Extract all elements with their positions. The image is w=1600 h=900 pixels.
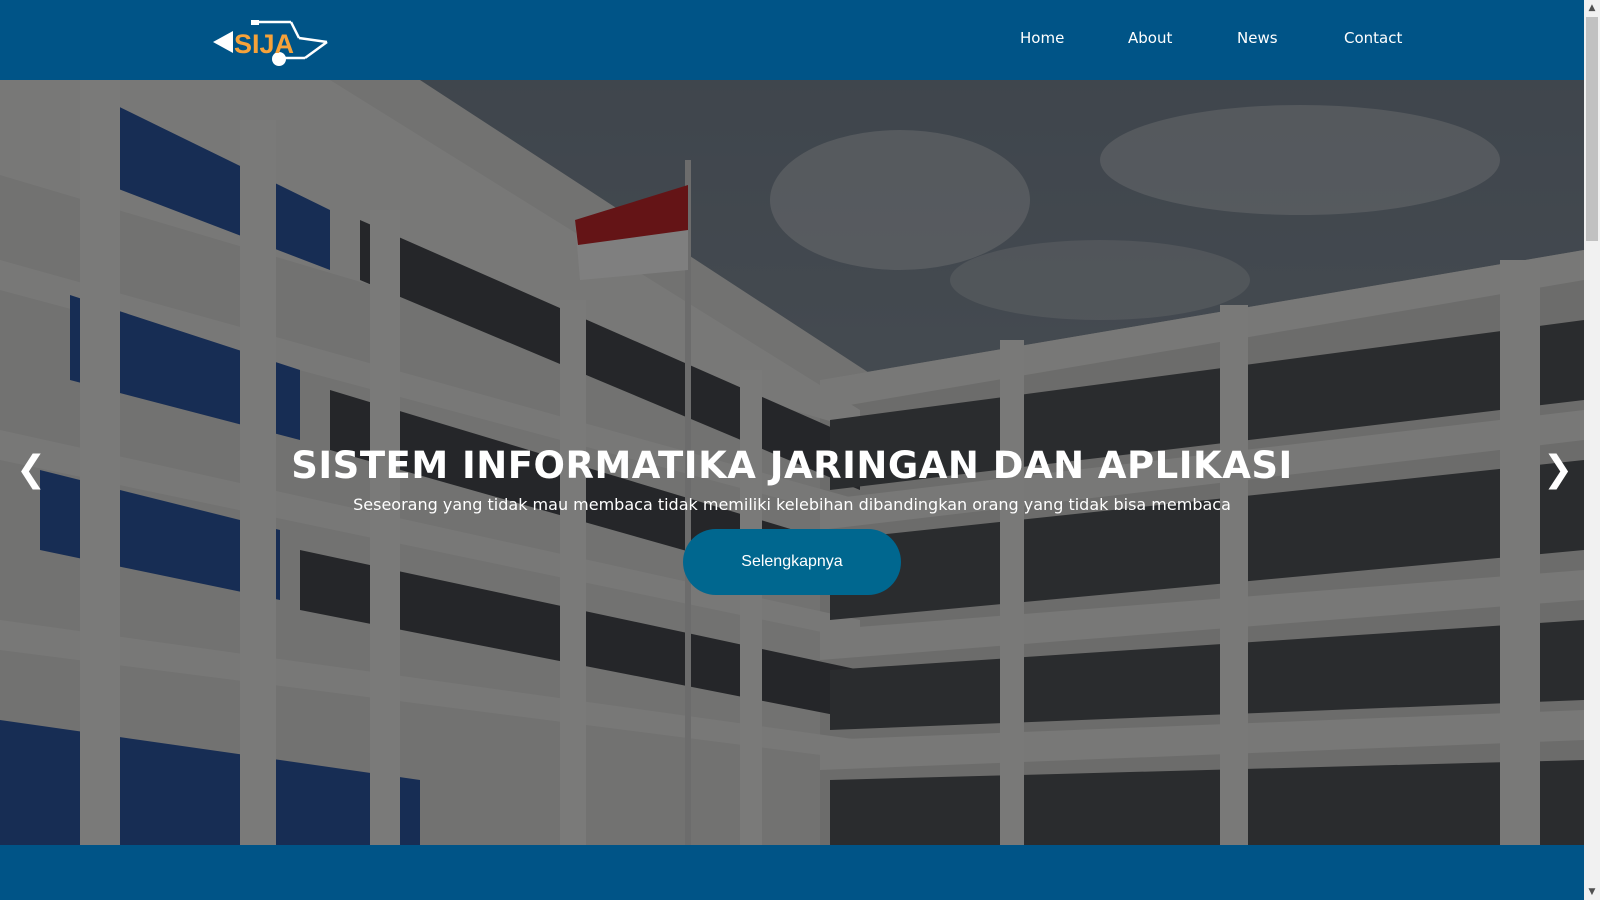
nav-link-home[interactable]: Home <box>1020 29 1064 47</box>
scrollbar-thumb[interactable] <box>1586 17 1598 241</box>
hero-caption: SISTEM INFORMATIKA JARINGAN DAN APLIKASI… <box>0 442 1584 595</box>
hero-title: SISTEM INFORMATIKA JARINGAN DAN APLIKASI <box>291 444 1293 487</box>
scroll-up-arrow-icon[interactable]: ▲ <box>1584 0 1600 16</box>
scroll-down-arrow-icon[interactable]: ▼ <box>1584 884 1600 900</box>
main-nav: Home About News Contact <box>0 29 1584 53</box>
section-band <box>0 845 1584 900</box>
navbar: SIJA Home About News Contact <box>0 0 1584 80</box>
page-scrollbar[interactable]: ▲ ▼ <box>1584 0 1600 900</box>
hero-slider: ❮ ❯ SISTEM INFORMATIKA JARINGAN DAN APLI… <box>0 80 1584 845</box>
nav-link-contact[interactable]: Contact <box>1344 29 1402 47</box>
hero-subtitle: Seseorang yang tidak mau membaca tidak m… <box>353 495 1231 514</box>
nav-link-news[interactable]: News <box>1237 29 1278 47</box>
nav-link-about[interactable]: About <box>1128 29 1172 47</box>
read-more-button[interactable]: Selengkapnya <box>683 529 901 595</box>
